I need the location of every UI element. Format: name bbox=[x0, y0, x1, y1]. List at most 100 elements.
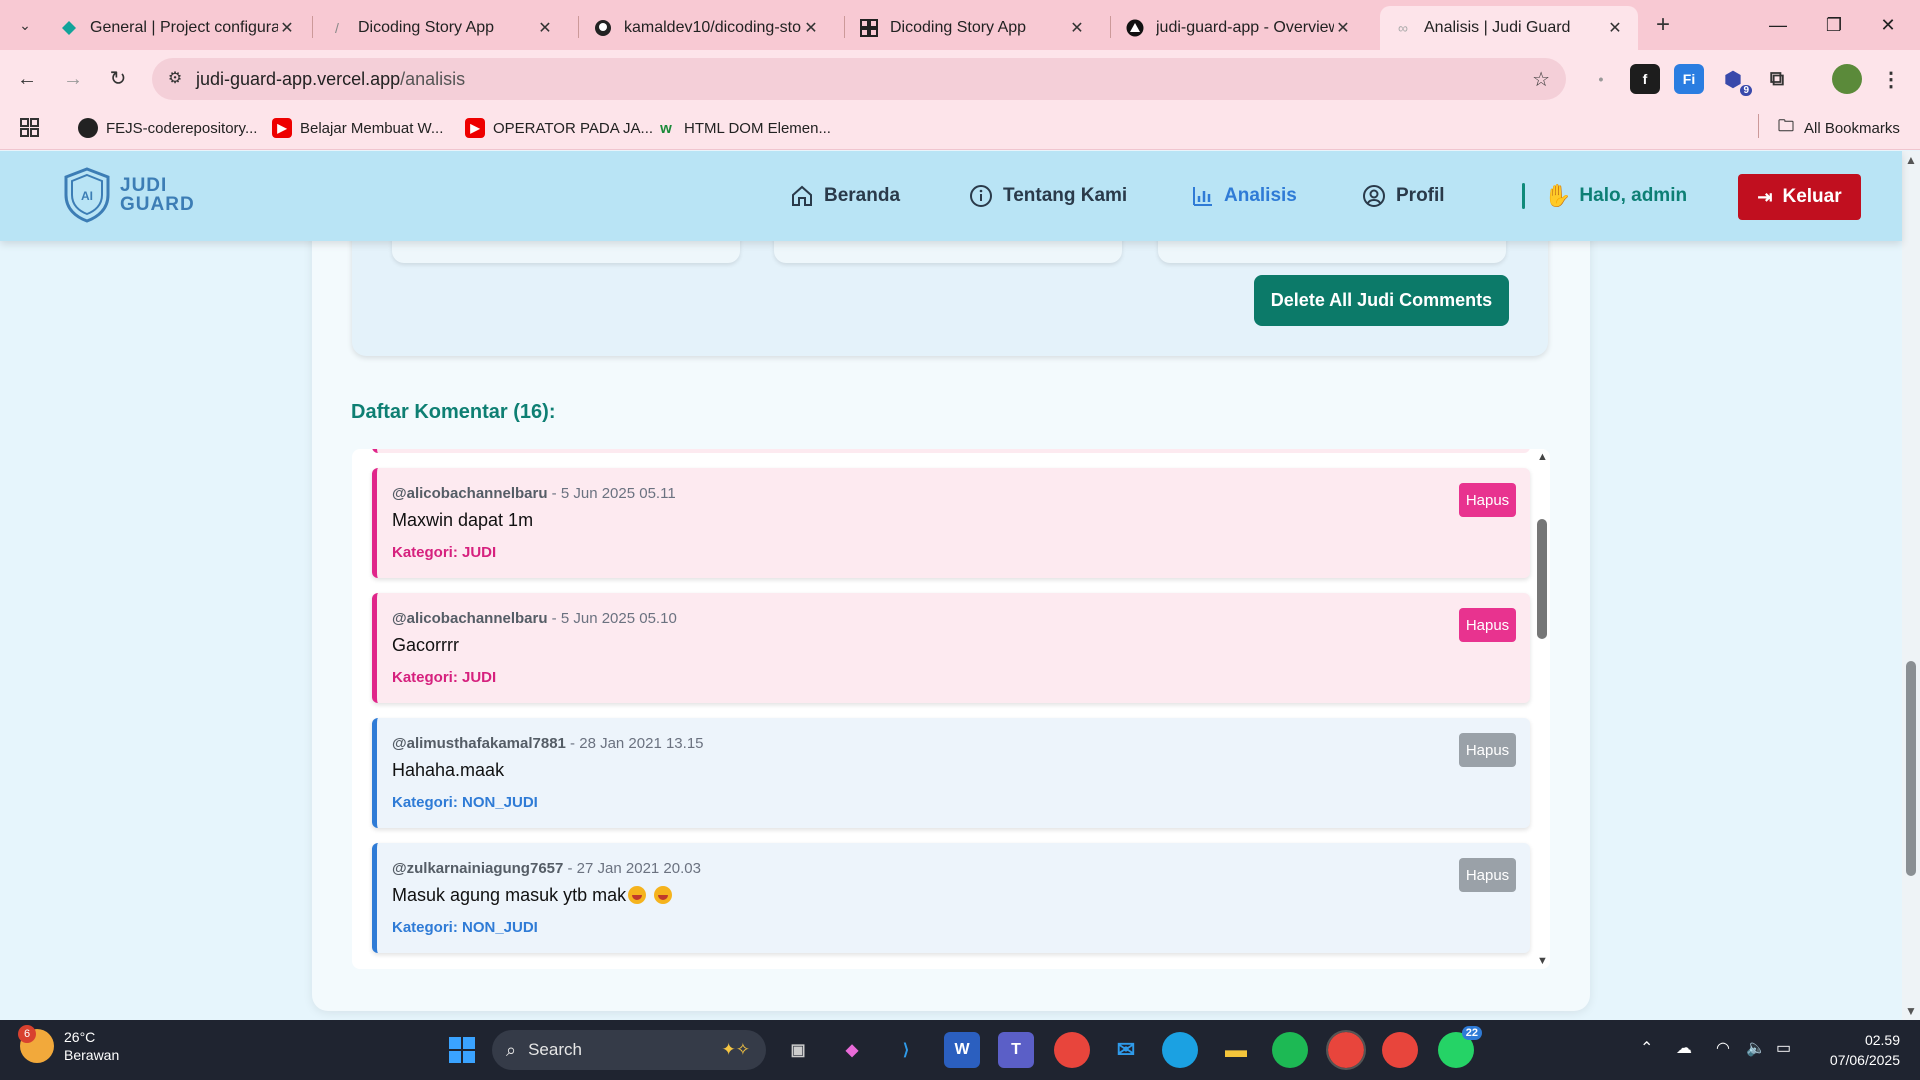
nav-about[interactable]: Tentang Kami bbox=[969, 151, 1127, 241]
puzzle-icon[interactable]: ⧉ bbox=[1762, 64, 1792, 94]
browser-tab[interactable]: judi-guard-app - Overview ✕ bbox=[1112, 6, 1366, 50]
scroll-down-icon[interactable]: ▼ bbox=[1905, 1004, 1917, 1018]
teams-icon[interactable]: T bbox=[998, 1032, 1034, 1068]
scroll-up-icon[interactable]: ▲ bbox=[1537, 451, 1548, 463]
delete-all-judi-button[interactable]: Delete All Judi Comments bbox=[1254, 275, 1509, 326]
close-window-icon[interactable]: ✕ bbox=[1868, 8, 1908, 42]
weather-badge: 6 bbox=[18, 1025, 36, 1043]
bookmark-item[interactable]: ▶ Belajar Membuat W... bbox=[272, 118, 443, 138]
copilot-icon[interactable]: ◆ bbox=[834, 1032, 870, 1068]
avatar[interactable] bbox=[1832, 64, 1862, 94]
delete-comment-button[interactable]: Hapus bbox=[1459, 733, 1516, 767]
search-icon: ⌕ bbox=[506, 1039, 517, 1060]
logo-line-2: GUARD bbox=[120, 194, 195, 215]
windows-taskbar: 6 26°C Berawan ⌕ Search ✦✧ ▣ ◆ ⟩ W T ✉ ▬… bbox=[0, 1020, 1920, 1080]
back-icon[interactable]: ← bbox=[12, 64, 42, 94]
chrome-profile-icon[interactable] bbox=[1382, 1032, 1418, 1068]
bookmark-item[interactable]: ▶ OPERATOR PADA JA... bbox=[465, 118, 653, 138]
system-clock[interactable]: 02.59 07/06/2025 bbox=[1816, 1030, 1900, 1070]
close-icon[interactable]: ✕ bbox=[1334, 18, 1352, 38]
bar-chart-icon bbox=[1193, 187, 1212, 206]
browser-tab-active[interactable]: ∞ Analisis | Judi Guard ✕ bbox=[1380, 6, 1638, 50]
comment-list[interactable]: @alicobachannelbaru - 5 Jun 2025 05.11 M… bbox=[352, 449, 1550, 969]
site-info-icon[interactable]: ⚙ bbox=[164, 68, 186, 90]
info-icon bbox=[970, 185, 992, 207]
delete-comment-button[interactable]: Hapus bbox=[1459, 483, 1516, 517]
taskbar-search[interactable]: ⌕ Search ✦✧ bbox=[492, 1030, 766, 1070]
bookmark-star-icon[interactable]: ☆ bbox=[1532, 67, 1550, 92]
nav-analysis[interactable]: Analisis bbox=[1190, 151, 1297, 241]
volume-icon[interactable]: 🔈 bbox=[1746, 1038, 1766, 1058]
scroll-thumb[interactable] bbox=[1906, 661, 1916, 876]
spotify-icon[interactable] bbox=[1272, 1032, 1308, 1068]
url-host: judi-guard-app.vercel.app bbox=[196, 69, 401, 89]
restore-icon[interactable]: ❐ bbox=[1814, 8, 1854, 42]
scroll-thumb[interactable] bbox=[1537, 519, 1547, 639]
bookmark-item[interactable]: FEJS-coderepository... bbox=[78, 118, 257, 138]
chrome-icon[interactable] bbox=[1326, 1030, 1366, 1070]
scroll-down-icon[interactable]: ▼ bbox=[1537, 955, 1548, 967]
comment-text: Masuk agung masuk ytb mak bbox=[392, 885, 673, 906]
comment-category: Kategori: NON_JUDI bbox=[392, 919, 538, 936]
home-icon bbox=[792, 185, 812, 206]
list-item-partial bbox=[372, 449, 1530, 453]
browser-tab[interactable]: Dicoding Story App ✕ bbox=[846, 6, 1100, 50]
browser-tab[interactable]: General | Project configura ✕ bbox=[46, 6, 310, 50]
nav-profile[interactable]: Profil bbox=[1362, 151, 1445, 241]
clock-date: 07/06/2025 bbox=[1829, 1052, 1900, 1068]
delete-comment-button[interactable]: Hapus bbox=[1459, 608, 1516, 642]
reload-icon[interactable]: ↻ bbox=[103, 64, 133, 94]
forward-icon[interactable]: → bbox=[58, 64, 88, 94]
fi-extension-icon[interactable]: Fi bbox=[1674, 64, 1704, 94]
new-tab-button[interactable]: + bbox=[1648, 10, 1678, 40]
close-icon[interactable]: ✕ bbox=[802, 18, 820, 38]
file-explorer-icon[interactable]: ▬ bbox=[1218, 1032, 1254, 1068]
chrome-icon[interactable] bbox=[1054, 1032, 1090, 1068]
extension-icon[interactable]: • bbox=[1586, 64, 1616, 94]
formula-extension-icon[interactable]: f bbox=[1630, 64, 1660, 94]
scroll-up-icon[interactable]: ▲ bbox=[1905, 153, 1917, 167]
nav-home[interactable]: Beranda bbox=[790, 151, 900, 241]
close-icon[interactable]: ✕ bbox=[536, 18, 554, 38]
mail-icon[interactable]: ✉ bbox=[1108, 1032, 1144, 1068]
laughing-emoji-icon bbox=[628, 886, 647, 904]
edge-icon[interactable] bbox=[1162, 1032, 1198, 1068]
logout-button[interactable]: ⇥ Keluar bbox=[1738, 174, 1861, 220]
task-view-icon[interactable]: ▣ bbox=[780, 1032, 816, 1068]
judi-guard-logo[interactable]: AI JUDI GUARD bbox=[62, 167, 195, 223]
comment-time: - 5 Jun 2025 05.10 bbox=[547, 610, 677, 627]
bookmark-item[interactable]: w HTML DOM Elemen... bbox=[656, 118, 831, 138]
browser-tab[interactable]: / Dicoding Story App ✕ bbox=[314, 6, 568, 50]
page-scrollbar[interactable]: ▲ ▼ bbox=[1902, 151, 1920, 1020]
nav-divider bbox=[1522, 183, 1525, 209]
delete-comment-button[interactable]: Hapus bbox=[1459, 858, 1516, 892]
minimize-icon[interactable]: — bbox=[1758, 8, 1798, 42]
url-path: /analisis bbox=[400, 69, 466, 89]
browser-tab[interactable]: kamaldev10/dicoding-stor ✕ bbox=[580, 6, 834, 50]
start-icon[interactable] bbox=[444, 1032, 480, 1068]
apps-icon[interactable] bbox=[20, 118, 40, 138]
kebab-menu-icon[interactable]: ⋮ bbox=[1876, 64, 1906, 94]
close-icon[interactable]: ✕ bbox=[1606, 18, 1624, 38]
list-item: @zulkarnainiagung7657 - 27 Jan 2021 20.0… bbox=[372, 843, 1530, 953]
address-bar[interactable]: ⚙ judi-guard-app.vercel.app/analisis ☆ bbox=[152, 58, 1566, 100]
battery-icon[interactable]: ▭ bbox=[1776, 1038, 1791, 1058]
close-icon[interactable]: ✕ bbox=[1068, 18, 1086, 38]
comment-text: Maxwin dapat 1m bbox=[392, 510, 534, 530]
wifi-icon[interactable]: ◠ bbox=[1716, 1038, 1730, 1058]
all-bookmarks[interactable]: 🗀 All Bookmarks bbox=[1776, 118, 1900, 138]
comment-user: @alicobachannelbaru bbox=[392, 485, 548, 502]
comment-text: Hahaha.maak bbox=[392, 760, 505, 780]
weather-widget[interactable]: 6 26°C Berawan bbox=[18, 1025, 119, 1064]
logo-line-1: JUDI bbox=[120, 175, 168, 196]
list-item: @alicobachannelbaru - 5 Jun 2025 05.11 M… bbox=[372, 468, 1530, 578]
onedrive-icon[interactable]: ☁ bbox=[1676, 1038, 1692, 1058]
tray-chevron-icon[interactable]: ⌃ bbox=[1640, 1038, 1653, 1058]
whatsapp-icon[interactable]: 22 bbox=[1438, 1026, 1482, 1068]
close-icon[interactable]: ✕ bbox=[278, 18, 296, 38]
vscode-icon[interactable]: ⟩ bbox=[888, 1032, 924, 1068]
word-icon[interactable]: W bbox=[944, 1032, 980, 1068]
list-scrollbar[interactable]: ▲ ▼ bbox=[1534, 449, 1550, 969]
tab-search-button[interactable]: ⌄ bbox=[10, 10, 40, 40]
extension-badge-icon[interactable]: ⬢ 9 bbox=[1718, 64, 1752, 96]
